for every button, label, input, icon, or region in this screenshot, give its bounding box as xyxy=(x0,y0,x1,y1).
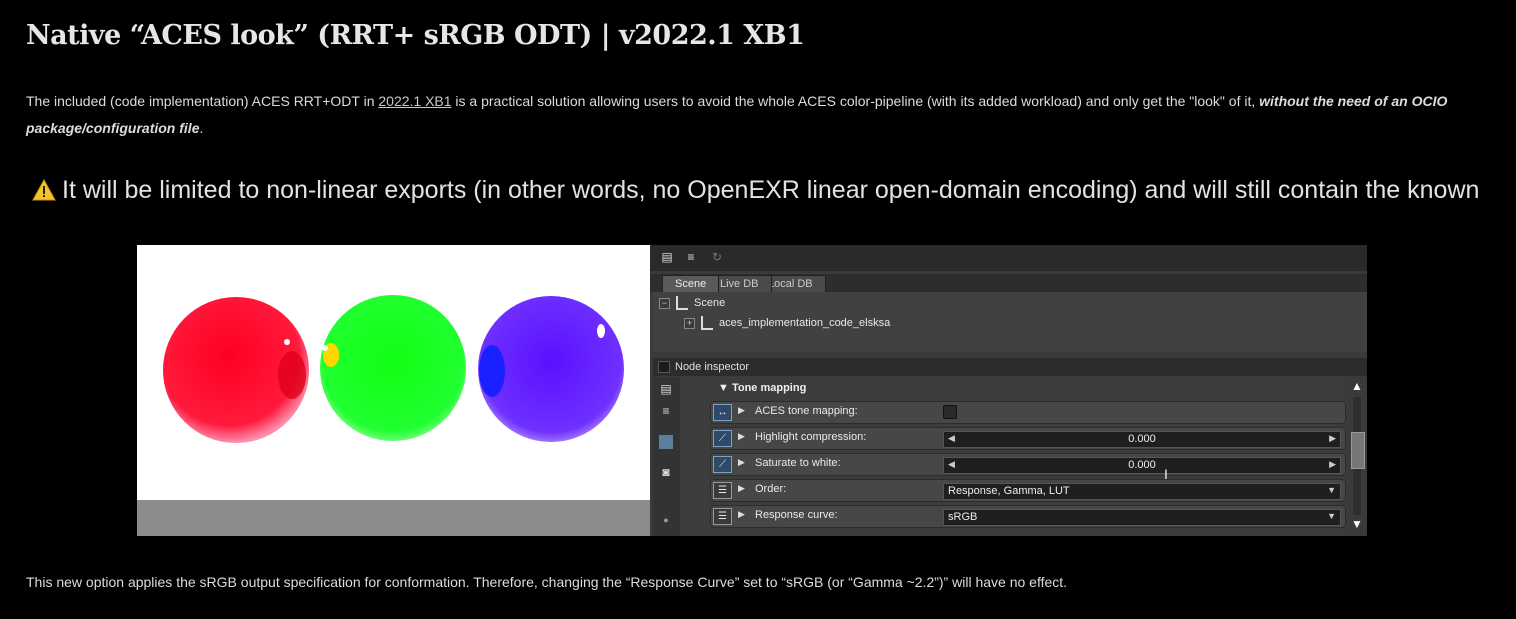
expand-icon[interactable]: + xyxy=(684,317,695,329)
expand-arrow-icon[interactable]: ▶ xyxy=(738,509,745,520)
scene-tree: − Scene + aces_implementation_code_elsksa xyxy=(653,292,1367,352)
increment-icon[interactable]: ▶ xyxy=(1329,459,1336,470)
octane-panel: ▤ ≡ ↻ Local DB Live DB Scene − Scene + ace… xyxy=(650,245,1367,536)
node-inspector-header[interactable]: Node inspector xyxy=(653,358,1367,376)
enum-icon[interactable]: ☰ xyxy=(713,508,732,525)
highlight-value: 0.000 xyxy=(1128,433,1156,445)
order-dropdown[interactable]: Response, Gamma, LUT ▼ xyxy=(943,483,1341,500)
tree-label-aces: aces_implementation_code_elsksa xyxy=(719,317,891,329)
layers-icon[interactable]: ▤ xyxy=(659,382,673,396)
aces-checkbox[interactable] xyxy=(943,405,957,419)
refresh-icon[interactable]: ↻ xyxy=(710,250,724,264)
warning-icon xyxy=(32,178,56,208)
inspector-toggle[interactable] xyxy=(658,361,670,374)
inspector-properties: ▼ Tone mapping ↔ ▶ ACES tone mapping: ⟋ … xyxy=(682,377,1346,536)
bottom-paragraph: This new option applies the sRGB output … xyxy=(26,574,1068,590)
tab-scene[interactable]: Scene xyxy=(662,275,720,293)
highlight-slider[interactable]: ◀ 0.000 ▶ xyxy=(943,431,1341,448)
expand-arrow-icon[interactable]: ▶ xyxy=(738,431,745,442)
curve-icon[interactable]: ⟋ xyxy=(713,430,732,447)
row-order: ☰ ▶ Order: Response, Gamma, LUT ▼ xyxy=(710,479,1346,502)
response-label: Response curve: xyxy=(755,509,838,521)
saturate-value: 0.000 xyxy=(1128,459,1156,471)
scroll-up-icon[interactable]: ▲ xyxy=(1351,379,1363,393)
order-value: Response, Gamma, LUT xyxy=(948,485,1070,497)
expand-arrow-icon[interactable]: ▶ xyxy=(738,457,745,468)
section-tone-mapping[interactable]: ▼ Tone mapping xyxy=(718,382,806,394)
intro-text-2: is a practical solution allowing users t… xyxy=(451,93,1260,109)
text-cursor-icon: I xyxy=(1164,466,1168,482)
row-aces-tone-mapping: ↔ ▶ ACES tone mapping: xyxy=(710,401,1346,424)
node-icon xyxy=(676,296,688,311)
saturate-slider[interactable]: ◀ 0.000 ▶ xyxy=(943,457,1341,474)
scroll-down-icon[interactable]: ▼ xyxy=(1351,517,1363,531)
expand-arrow-icon[interactable]: ▶ xyxy=(738,483,745,494)
chevron-down-icon: ▼ xyxy=(1327,485,1336,495)
collapse-icon[interactable]: − xyxy=(659,297,670,309)
camera-icon[interactable]: ◙ xyxy=(659,465,673,479)
version-link[interactable]: 2022.1 XB1 xyxy=(378,93,451,109)
order-label: Order: xyxy=(755,483,787,495)
saturate-label: Saturate to white: xyxy=(755,457,841,469)
inspector-sidebar: ▤ ≡ ◙ ● xyxy=(653,377,680,536)
layers-icon[interactable]: ▤ xyxy=(660,250,674,264)
spheres-render xyxy=(163,295,624,443)
response-dropdown[interactable]: sRGB ▼ xyxy=(943,509,1341,526)
aces-label: ACES tone mapping: xyxy=(755,405,858,417)
intro-text: The included (code implementation) ACES … xyxy=(26,93,379,109)
inspector-scrollbar[interactable]: ▲ ▼ xyxy=(1348,377,1367,536)
render-viewport[interactable] xyxy=(137,245,650,536)
pin-icon[interactable]: ↔ xyxy=(713,404,732,421)
image-icon[interactable] xyxy=(659,435,673,449)
response-value: sRGB xyxy=(948,511,978,523)
node-icon xyxy=(701,316,713,331)
tree-label-scene: Scene xyxy=(694,297,726,309)
green-sphere xyxy=(320,295,466,441)
warning-line: It will be limited to non-linear exports… xyxy=(32,176,1478,208)
chevron-down-icon: ▼ xyxy=(1327,511,1336,521)
highlight-label: Highlight compression: xyxy=(755,431,867,443)
enum-icon[interactable]: ☰ xyxy=(713,482,732,499)
article-title: Native “ACES look” (RRT+ sRGB ODT) | v20… xyxy=(26,20,805,51)
row-response-curve: ☰ ▶ Response curve: sRGB ▼ xyxy=(710,505,1346,528)
panel-toolbar: ▤ ≡ ↻ xyxy=(650,245,1367,271)
outliner-tabs: Local DB Live DB Scene xyxy=(650,274,1367,293)
scroll-thumb[interactable] xyxy=(1351,432,1365,469)
tree-item-scene[interactable]: − Scene xyxy=(659,294,725,312)
dot-icon: ● xyxy=(663,515,669,525)
intro-paragraph: The included (code implementation) ACES … xyxy=(26,88,1496,142)
row-highlight-compression: ⟋ ▶ Highlight compression: ◀ 0.000 ▶ xyxy=(710,427,1346,450)
increment-icon[interactable]: ▶ xyxy=(1329,433,1336,444)
intro-end: . xyxy=(199,120,204,136)
warning-text: It will be limited to non-linear exports… xyxy=(62,176,1478,204)
list-icon[interactable]: ≡ xyxy=(659,404,673,418)
curve-icon[interactable]: ⟋ xyxy=(713,456,732,473)
inspector-title: Node inspector xyxy=(675,361,749,373)
expand-arrow-icon[interactable]: ▶ xyxy=(738,405,745,416)
tree-item-aces[interactable]: + aces_implementation_code_elsksa xyxy=(684,314,890,332)
list-icon[interactable]: ≡ xyxy=(684,250,698,264)
row-saturate-to-white: ⟋ ▶ Saturate to white: ◀ 0.000 ▶ xyxy=(710,453,1346,476)
